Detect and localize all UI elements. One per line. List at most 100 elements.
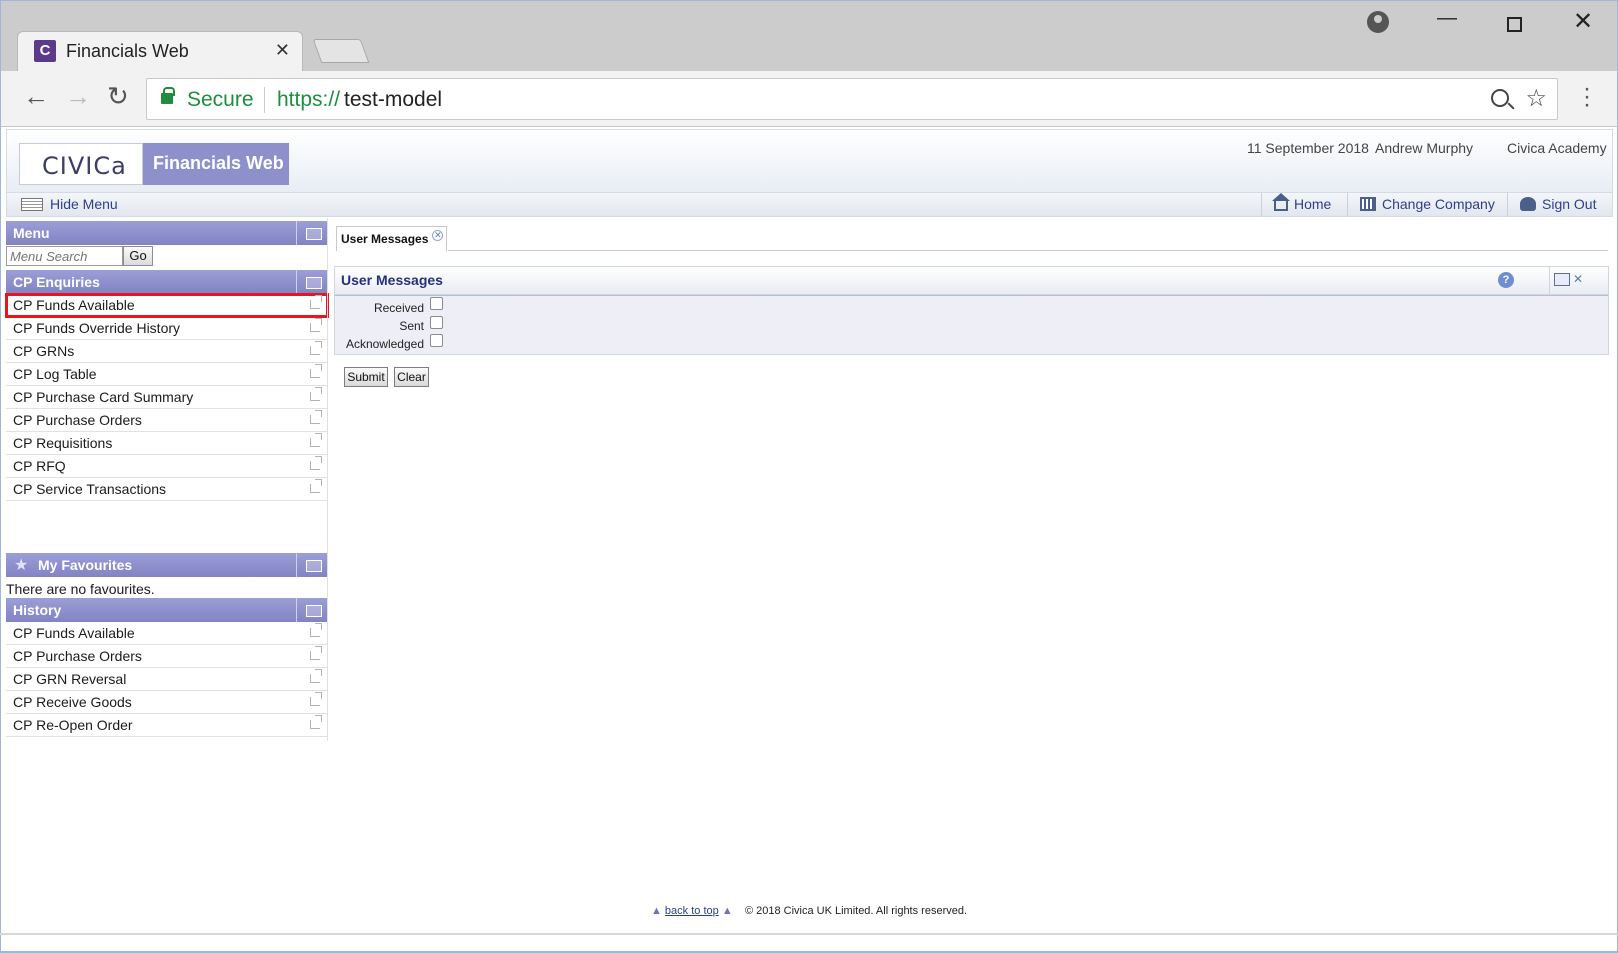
list-item[interactable]: CP Re-Open Order <box>6 714 328 737</box>
list-item[interactable]: CP GRNs <box>6 340 328 363</box>
panel-window-icon[interactable] <box>296 553 328 577</box>
open-window-icon[interactable] <box>310 715 322 729</box>
maximize-icon[interactable] <box>1507 17 1522 32</box>
received-label: Received <box>373 301 424 315</box>
list-item[interactable]: CP RFQ <box>6 455 328 478</box>
reload-icon[interactable]: ↻ <box>107 83 129 109</box>
list-item[interactable]: CP Purchase Orders <box>6 645 328 668</box>
tab-close-icon[interactable]: ✕ <box>275 40 290 61</box>
list-item-label: CP Service Transactions <box>13 481 167 497</box>
list-item-label: CP GRNs <box>13 343 75 359</box>
box-window-icon[interactable] <box>1554 273 1570 286</box>
acknowledged-checkbox[interactable] <box>430 334 443 347</box>
home-link[interactable]: Home <box>1261 193 1347 217</box>
bookmark-star-icon[interactable]: ☆ <box>1525 84 1547 113</box>
browser-toolbar: ← → ↻ Secure https:// test-model ☆ <box>0 71 1618 127</box>
acknowledged-label: Acknowledged <box>345 337 424 351</box>
panel-window-icon[interactable] <box>296 221 328 245</box>
favourites-star-icon: ★ <box>14 557 29 574</box>
open-window-icon[interactable] <box>310 410 322 424</box>
up-triangle-icon: ▲ <box>650 905 662 917</box>
sent-label: Sent <box>399 319 424 333</box>
list-item[interactable]: CP GRN Reversal <box>6 668 328 691</box>
back-to-top-link[interactable]: back to top <box>665 905 719 917</box>
list-item[interactable]: CP Funds Available <box>6 622 328 645</box>
cp-enquiries-header[interactable]: CP Enquiries <box>6 270 328 294</box>
app-subnav: Hide Menu Home Change Company Sign Out <box>6 193 1613 217</box>
list-item-label: CP Re-Open Order <box>13 717 133 733</box>
browser-tab[interactable]: C Financials Web ✕ <box>17 31 303 73</box>
product-banner: Financials Web <box>143 143 289 185</box>
open-window-icon[interactable] <box>310 364 322 378</box>
list-item[interactable]: CP Service Transactions <box>6 478 328 501</box>
history-list: CP Funds Available CP Purchase Orders CP… <box>6 622 328 737</box>
open-window-icon[interactable] <box>310 646 322 660</box>
product-name: Financials Web <box>153 153 284 173</box>
window-close-icon[interactable]: ✕ <box>1573 7 1593 36</box>
hide-menu-icon[interactable] <box>21 198 43 211</box>
hide-menu-link[interactable]: Hide Menu <box>50 196 118 212</box>
civica-logo[interactable]: CIVICa <box>19 143 143 185</box>
copyright-text: © 2018 Civica UK Limited. All rights res… <box>744 905 968 917</box>
user-messages-box-header: User Messages ? ✕ <box>334 266 1609 296</box>
received-checkbox[interactable] <box>430 297 443 310</box>
sign-out-label: Sign Out <box>1542 196 1597 212</box>
menu-search-input[interactable] <box>6 246 123 266</box>
open-window-icon[interactable] <box>310 692 322 706</box>
list-item[interactable]: CP Purchase Orders <box>6 409 328 432</box>
tab-strip-line <box>448 250 1608 251</box>
tab-user-messages[interactable]: User Messages ✕ <box>336 226 448 251</box>
browser-menu-icon[interactable]: · · · <box>1582 77 1592 117</box>
submit-button[interactable]: Submit <box>344 367 388 387</box>
list-item-label: CP GRN Reversal <box>13 671 127 687</box>
sign-out-link[interactable]: Sign Out <box>1507 193 1614 217</box>
list-item[interactable]: CP Funds Override History <box>6 317 328 340</box>
civica-favicon-icon: C <box>34 40 56 62</box>
account-icon[interactable] <box>1367 11 1389 33</box>
open-window-icon[interactable] <box>310 387 322 401</box>
go-button[interactable]: Go <box>123 246 153 266</box>
open-window-icon[interactable] <box>310 433 322 447</box>
open-window-icon[interactable] <box>310 623 322 637</box>
list-item-label: CP Funds Override History <box>13 320 181 336</box>
back-arrow-icon[interactable]: ← <box>23 83 49 109</box>
list-item-label: CP Funds Available <box>13 297 135 313</box>
box-close-icon[interactable]: ✕ <box>1573 272 1583 286</box>
clear-button[interactable]: Clear <box>394 367 429 387</box>
up-triangle-icon: ▲ <box>721 905 733 917</box>
bottom-divider <box>0 933 1618 935</box>
forward-arrow-icon[interactable]: → <box>65 83 91 109</box>
header-date: 11 September 2018 <box>1247 140 1369 156</box>
sent-checkbox[interactable] <box>430 316 443 329</box>
change-company-link[interactable]: Change Company <box>1347 193 1507 217</box>
lock-icon <box>161 87 175 104</box>
logo-text: CIVICa <box>42 152 127 180</box>
list-item[interactable]: CP Purchase Card Summary <box>6 386 328 409</box>
new-tab-button[interactable] <box>312 39 370 63</box>
tab-close-icon[interactable]: ✕ <box>432 230 444 241</box>
zoom-icon[interactable] <box>1491 89 1509 107</box>
no-favourites-text: There are no favourites. <box>6 581 155 597</box>
list-item-label: CP Purchase Card Summary <box>13 389 194 405</box>
open-window-icon[interactable] <box>310 479 322 493</box>
secure-label: Secure <box>187 88 254 111</box>
list-item-label: CP Funds Available <box>13 625 135 641</box>
list-item-label: CP RFQ <box>13 458 66 474</box>
address-bar[interactable]: Secure https:// test-model ☆ <box>146 78 1558 120</box>
left-panel-divider <box>327 218 328 741</box>
header-user: Andrew Murphy <box>1375 140 1474 156</box>
folder-up-icon[interactable] <box>296 270 328 294</box>
open-window-icon[interactable] <box>310 456 322 470</box>
list-item[interactable]: CP Receive Goods <box>6 691 328 714</box>
history-header: History <box>6 598 328 622</box>
list-item-label: CP Purchase Orders <box>13 648 142 664</box>
list-item[interactable]: CP Requisitions <box>6 432 328 455</box>
help-icon[interactable]: ? <box>1498 272 1514 288</box>
list-item-label: CP Receive Goods <box>13 694 132 710</box>
list-item[interactable]: CP Funds Available <box>5 293 329 318</box>
panel-window-icon[interactable] <box>296 598 328 622</box>
minimize-icon[interactable]: — <box>1437 7 1457 30</box>
header-company: Civica Academy <box>1507 140 1607 156</box>
list-item[interactable]: CP Log Table <box>6 363 328 386</box>
open-window-icon[interactable] <box>310 669 322 683</box>
